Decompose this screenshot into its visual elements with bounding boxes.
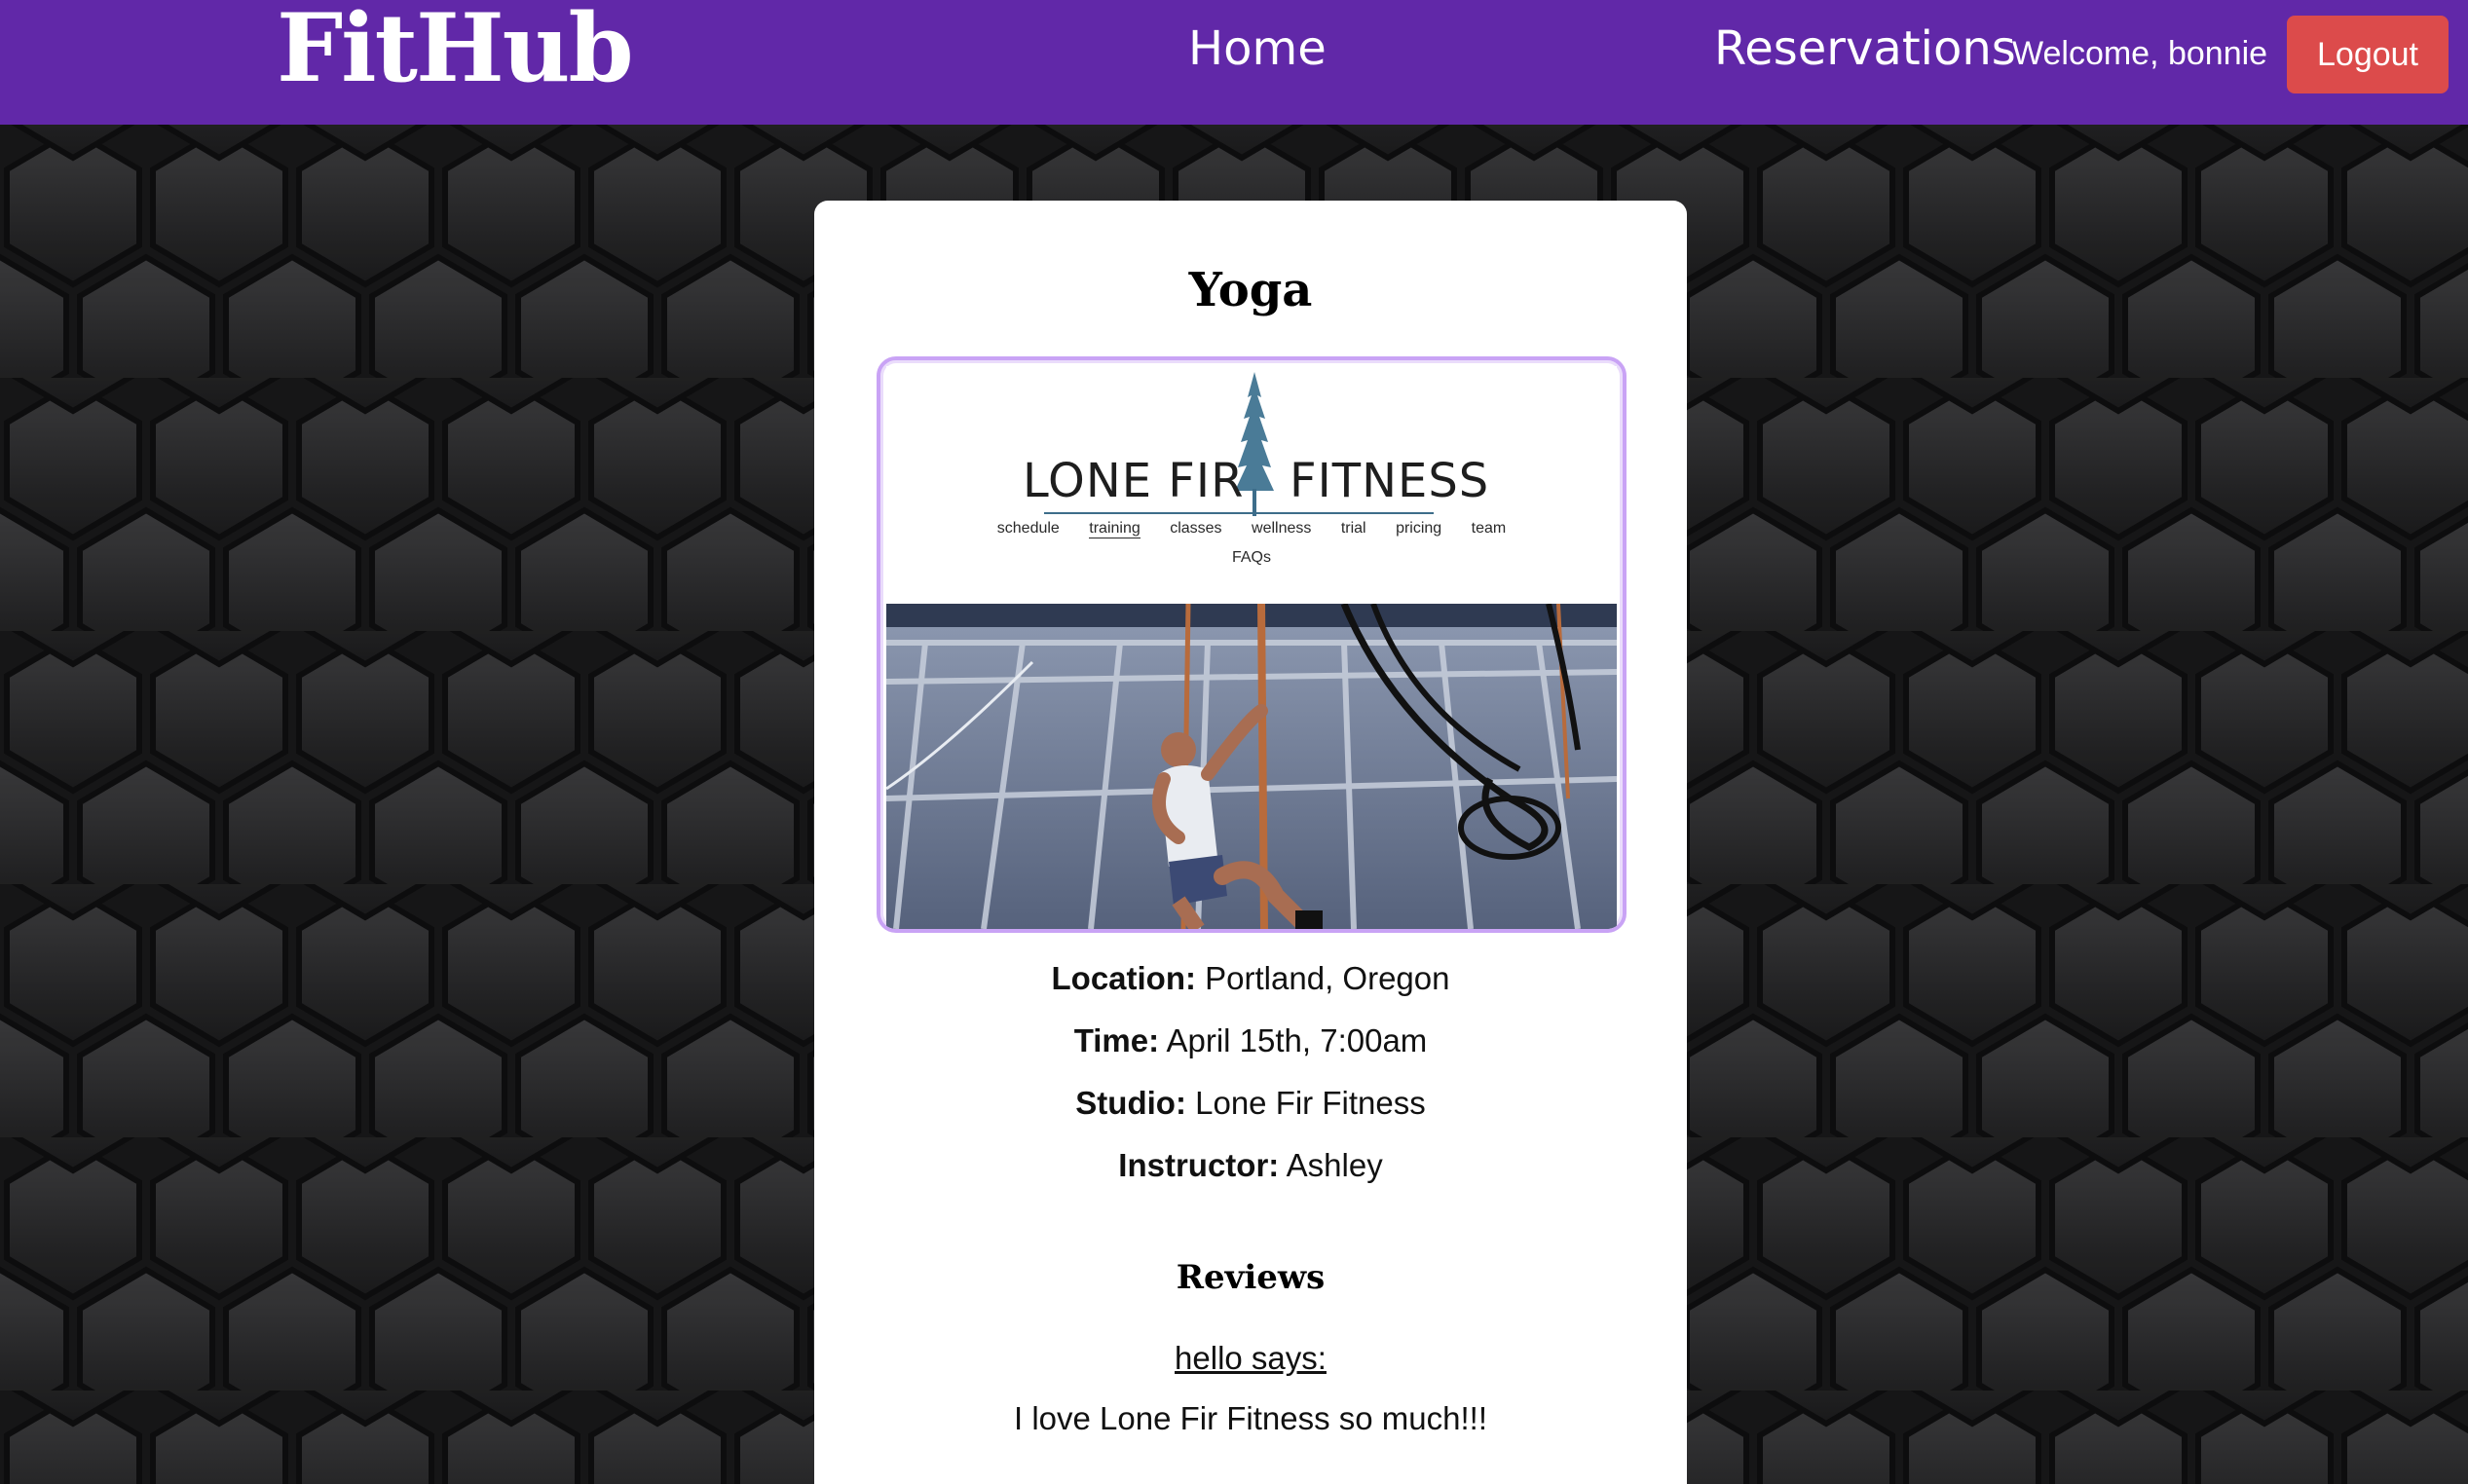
detail-value: Lone Fir Fitness: [1195, 1085, 1426, 1121]
nav-link-home[interactable]: Home: [1188, 21, 1327, 76]
detail-label: Studio:: [1075, 1085, 1186, 1121]
nav-link-reservations[interactable]: Reservations: [1714, 21, 2016, 76]
reviews-heading: Reviews: [1176, 1258, 1326, 1297]
brand-logo[interactable]: FitHub: [277, 0, 634, 97]
welcome-message: Welcome, bonnie: [2012, 35, 2268, 72]
class-title: Yoga: [1188, 263, 1313, 317]
detail-value: Portland, Oregon: [1205, 960, 1450, 996]
site-nav-pricing: pricing: [1396, 520, 1442, 537]
class-image: LONE FIR FITNESS schedule training class…: [877, 356, 1627, 933]
detail-location: Location: Portland, Oregon: [814, 960, 1687, 1022]
site-nav-faqs: FAQs: [1231, 549, 1271, 566]
site-nav-training: training: [1089, 520, 1141, 538]
site-nav-classes: classes: [1170, 520, 1222, 537]
site-nav-wellness: wellness: [1252, 520, 1312, 537]
studio-logo-text-left: LONE FIR: [1023, 454, 1245, 508]
detail-label: Location:: [1051, 960, 1196, 996]
site-nav-trial: trial: [1340, 520, 1366, 537]
studio-website-header: LONE FIR FITNESS schedule training class…: [886, 366, 1617, 604]
review-text: I love Lone Fir Fitness so much!!!: [1013, 1400, 1488, 1436]
class-detail-card: Yoga LONE FIR FITNESS schedule training …: [814, 201, 1687, 1484]
studio-logo-text-right: FITNESS: [1290, 454, 1490, 508]
logout-button[interactable]: Logout: [2287, 16, 2449, 93]
top-navbar: FitHub Home Reservations Welcome, bonnie…: [0, 0, 2468, 125]
detail-value: Ashley: [1286, 1147, 1383, 1183]
site-nav-team: team: [1471, 520, 1507, 537]
studio-site-nav: schedule training classes wellness trial…: [886, 520, 1617, 538]
detail-studio: Studio: Lone Fir Fitness: [814, 1085, 1687, 1147]
logo-underline: [1044, 512, 1434, 514]
detail-label: Time:: [1073, 1022, 1160, 1058]
detail-value: April 15th, 7:00am: [1166, 1022, 1428, 1058]
review-author: hello says:: [1175, 1340, 1327, 1376]
detail-label: Instructor:: [1118, 1147, 1280, 1183]
detail-instructor: Instructor: Ashley: [814, 1147, 1687, 1209]
site-nav-schedule: schedule: [996, 520, 1060, 537]
class-details: Location: Portland, Oregon Time: April 1…: [814, 960, 1687, 1209]
detail-time: Time: April 15th, 7:00am: [814, 1022, 1687, 1085]
rope-climb-photo: [886, 604, 1617, 929]
